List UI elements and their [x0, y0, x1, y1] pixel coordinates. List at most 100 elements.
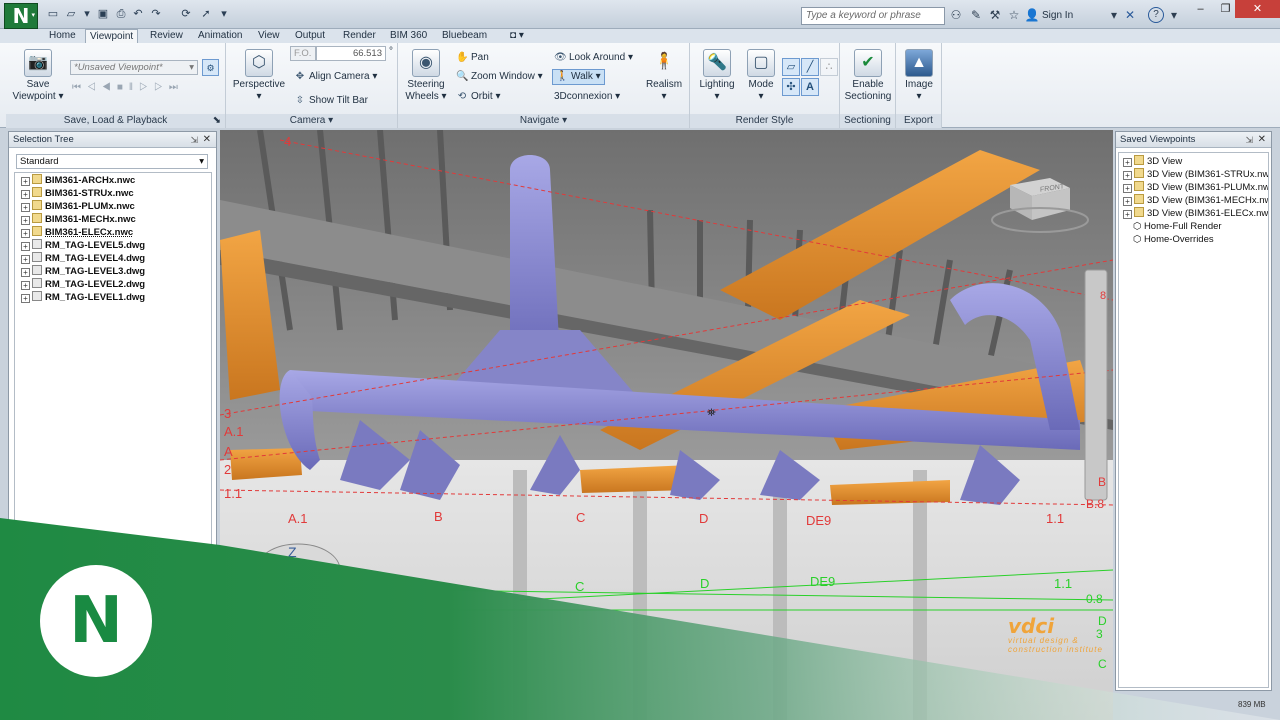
qat-dropdown-icon[interactable]: ▾ [80, 7, 94, 21]
tab-output[interactable]: Output [291, 29, 329, 43]
select-cursor-icon[interactable]: ➚ [199, 7, 213, 21]
tab-bim360[interactable]: BIM 360 [386, 29, 431, 43]
expand-icon[interactable]: + [21, 229, 30, 238]
last-frame-icon[interactable]: ⏭ [169, 82, 184, 93]
tab-review[interactable]: Review [146, 29, 187, 43]
pan-button[interactable]: ✋ Pan [456, 51, 489, 65]
text-toggle-icon[interactable]: A [801, 78, 819, 96]
expand-icon[interactable]: + [1123, 197, 1132, 206]
search-input[interactable]: Type a keyword or phrase [801, 7, 945, 25]
tree-item[interactable]: + RM_TAG-LEVEL3.dwg [21, 265, 145, 278]
close-panel-icon[interactable]: ✕ [1258, 132, 1266, 148]
sign-in-link[interactable]: Sign In [1042, 10, 1073, 21]
tab-bluebeam[interactable]: Bluebeam [438, 29, 491, 43]
steering-wheels-button[interactable]: ◉ Steering Wheels ▾ [404, 49, 448, 103]
tree-item[interactable]: + RM_TAG-LEVEL4.dwg [21, 252, 145, 265]
walk-button[interactable]: 🚶 Walk ▾ [552, 69, 605, 85]
expand-icon[interactable]: + [21, 281, 30, 290]
print-icon[interactable]: ⎙ [114, 7, 128, 21]
sign-in-dropdown-icon[interactable]: ▾ [1106, 8, 1122, 22]
expand-icon[interactable]: + [21, 190, 30, 199]
tree-item[interactable]: + BIM361-STRUx.nwc [21, 187, 134, 200]
help-dropdown-icon[interactable]: ▾ [1166, 8, 1182, 22]
play-icon[interactable]: ▷ [139, 82, 154, 93]
first-frame-icon[interactable]: ⏮ [72, 82, 87, 93]
align-camera-button[interactable]: ✥ Align Camera ▾ [294, 70, 378, 84]
tree-item[interactable]: + BIM361-ELECx.nwc [21, 226, 133, 239]
tab-render[interactable]: Render [339, 29, 380, 43]
pause-icon[interactable]: ‖ [129, 82, 139, 93]
redo-icon[interactable]: ↷ [149, 7, 163, 21]
fov-input[interactable]: 66.513 [316, 46, 386, 61]
viewpoint-folder[interactable]: +3D View (BIM361-PLUMx.nwc) [1123, 181, 1268, 194]
viewpoint-folder[interactable]: +3D View (BIM361-ELECx.nwc) [1123, 207, 1268, 220]
expand-icon[interactable]: + [1123, 158, 1132, 167]
expand-icon[interactable]: + [1123, 210, 1132, 219]
save-icon[interactable]: ▣ [96, 7, 110, 21]
look-around-button[interactable]: 👁 Look Around ▾ [554, 51, 633, 65]
snap-points-icon[interactable]: ✣ [782, 78, 800, 96]
pin-icon[interactable]: ⇲ [190, 132, 198, 148]
new-file-icon[interactable]: ▭ [46, 7, 60, 21]
lines-toggle-icon[interactable]: ╱ [801, 58, 819, 76]
tab-overflow-icon[interactable]: ◘ ▾ [506, 29, 528, 43]
undo-icon[interactable]: ↶ [131, 7, 145, 21]
favorites-star-icon[interactable]: ☆ [1006, 8, 1022, 22]
close-panel-icon[interactable]: ✕ [203, 132, 211, 148]
communication-icon[interactable]: ⚒ [987, 8, 1003, 22]
pin-icon[interactable]: ⇲ [1245, 132, 1253, 148]
expand-icon[interactable]: + [21, 203, 30, 212]
surfaces-toggle-icon[interactable]: ▱ [782, 58, 800, 76]
close-button[interactable]: ✕ [1235, 0, 1280, 18]
viewpoint-item[interactable]: ⬡ Home-Full Render [1133, 220, 1222, 233]
exchange-apps-icon[interactable]: ✕ [1122, 8, 1138, 22]
expand-icon[interactable]: + [21, 255, 30, 264]
viewpoint-folder[interactable]: +3D View (BIM361-MECHx.nwc) [1123, 194, 1268, 207]
stop-icon[interactable]: ■ [117, 82, 129, 93]
viewpoint-folder[interactable]: +3D View [1123, 155, 1182, 168]
expand-icon[interactable]: + [1123, 171, 1132, 180]
perspective-button[interactable]: ⬡ Perspective ▾ [232, 49, 286, 103]
orbit-button[interactable]: ⟲ Orbit ▾ [456, 90, 501, 104]
tree-item[interactable]: + RM_TAG-LEVEL1.dwg [21, 291, 145, 304]
points-toggle-icon[interactable]: ∴ [820, 58, 838, 76]
expand-icon[interactable]: + [21, 294, 30, 303]
save-viewpoint-button[interactable]: 📷 Save Viewpoint ▾ [12, 49, 64, 103]
expand-icon[interactable]: + [21, 177, 30, 186]
viewpoint-folder[interactable]: +3D View (BIM361-STRUx.nwc) [1123, 168, 1268, 181]
subscription-icon[interactable]: ✎ [968, 8, 984, 22]
application-menu-button[interactable]: N ▾ [4, 3, 38, 29]
tab-animation[interactable]: Animation [194, 29, 246, 43]
next-frame-icon[interactable]: ▷ [154, 82, 169, 93]
qat-customize-icon[interactable]: ▾ [217, 7, 231, 21]
3dconnexion-button[interactable]: 3Dconnexion ▾ [554, 90, 620, 104]
tree-item[interactable]: + BIM361-ARCHx.nwc [21, 174, 135, 187]
3d-viewport[interactable]: 4 3 A.1 A 2 1.1 A.1 B C D DE9 1.1 B B.8 … [220, 130, 1113, 720]
open-file-icon[interactable]: ▱ [64, 7, 78, 21]
show-tilt-bar-button[interactable]: ⇳ Show Tilt Bar [294, 94, 368, 108]
help-icon[interactable]: ? [1148, 7, 1164, 23]
tree-mode-dropdown[interactable]: Standard ▾ [16, 154, 208, 169]
tree-item[interactable]: + BIM361-PLUMx.nwc [21, 200, 135, 213]
tree-item[interactable]: + RM_TAG-LEVEL2.dwg [21, 278, 145, 291]
image-export-button[interactable]: ▲ Image ▾ [900, 49, 938, 103]
enable-sectioning-button[interactable]: ✔ Enable Sectioning [842, 49, 894, 103]
tab-view[interactable]: View [254, 29, 284, 43]
tab-viewpoint[interactable]: Viewpoint [85, 29, 139, 43]
expand-icon[interactable]: + [21, 268, 30, 277]
refresh-icon[interactable]: ⟳ [179, 7, 193, 21]
expand-icon[interactable]: + [1123, 184, 1132, 193]
viewpoint-item[interactable]: ⬡ Home-Overrides [1133, 233, 1214, 246]
tab-home[interactable]: Home [45, 29, 80, 43]
realism-button[interactable]: 🧍 Realism ▾ [644, 49, 684, 103]
tree-item[interactable]: + BIM361-MECHx.nwc [21, 213, 136, 226]
expand-icon[interactable]: + [21, 216, 30, 225]
lighting-button[interactable]: 🔦 Lighting ▾ [696, 49, 738, 103]
minimize-button[interactable]: – [1187, 0, 1214, 18]
viewpoint-combo[interactable]: *Unsaved Viewpoint* ▾ [70, 60, 198, 75]
prev-frame-icon[interactable]: ◁ [87, 82, 102, 93]
tree-item[interactable]: + RM_TAG-LEVEL5.dwg [21, 239, 145, 252]
viewpoint-settings-icon[interactable]: ⚙ [202, 59, 219, 76]
zoom-window-button[interactable]: 🔍 Zoom Window ▾ [456, 70, 543, 84]
binoculars-icon[interactable]: ⚇ [948, 8, 964, 22]
